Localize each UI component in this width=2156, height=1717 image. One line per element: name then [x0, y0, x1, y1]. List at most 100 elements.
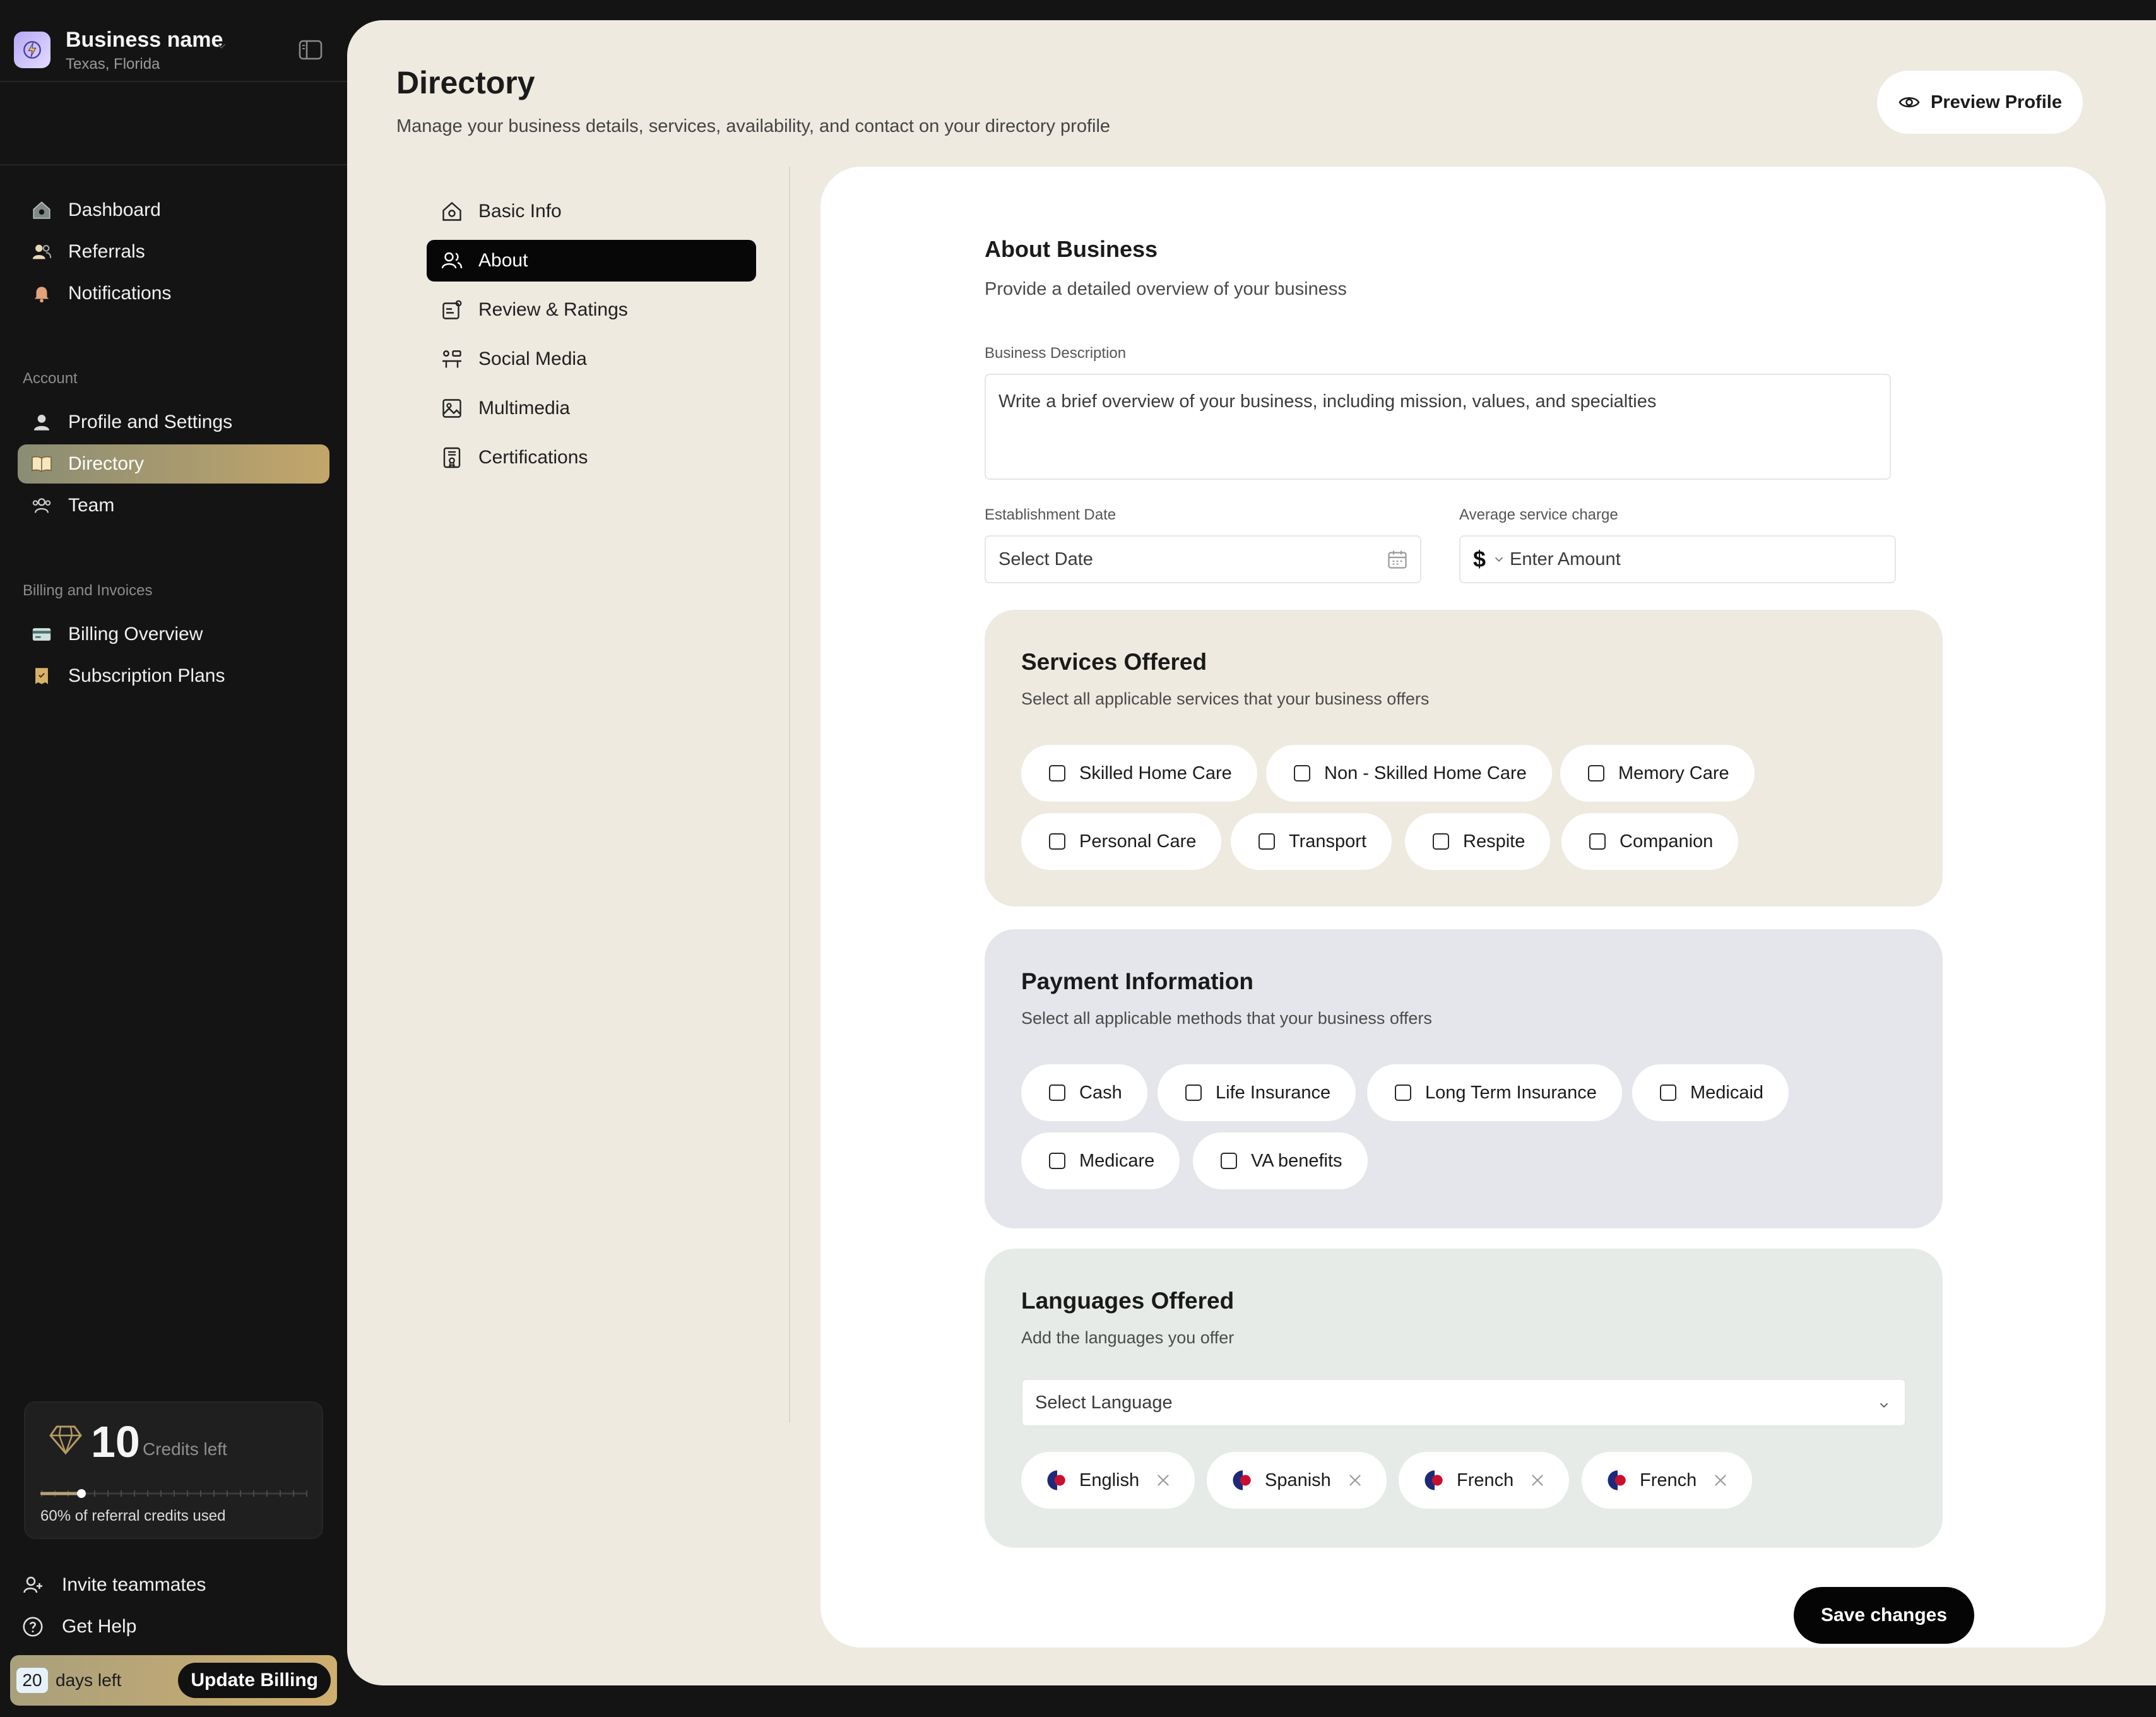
option-label: Memory Care — [1618, 763, 1729, 783]
page-subtitle: Manage your business details, services, … — [396, 116, 1111, 136]
payment-option-va-benefits[interactable]: VA benefits — [1193, 1132, 1368, 1189]
subnav-social-media[interactable]: Social Media — [427, 338, 756, 380]
checkbox[interactable] — [1049, 765, 1065, 781]
remove-icon[interactable] — [1712, 1471, 1729, 1489]
sidebar-item-dashboard[interactable]: Dashboard — [18, 191, 329, 230]
preview-profile-button[interactable]: Preview Profile — [1877, 71, 2083, 134]
invite-teammates-link[interactable]: Invite teammates — [21, 1569, 206, 1601]
checkbox[interactable] — [1185, 1084, 1202, 1101]
sidebar-item-subscription-plans[interactable]: Subscription Plans — [18, 656, 329, 696]
service-option-personal-care[interactable]: Personal Care — [1021, 813, 1222, 870]
section-label-account: Account — [23, 370, 78, 387]
services-title: Services Offered — [1021, 649, 1207, 675]
team-icon — [30, 494, 53, 517]
services-subtitle: Select all applicable services that your… — [1021, 689, 1430, 708]
establishment-date-input[interactable]: Select Date — [985, 535, 1421, 583]
lightning-icon — [23, 41, 41, 59]
book-icon — [30, 453, 53, 475]
payment-option-medicaid[interactable]: Medicaid — [1632, 1064, 1789, 1121]
option-label: VA benefits — [1251, 1150, 1342, 1171]
payment-option-long-term-insurance[interactable]: Long Term Insurance — [1367, 1064, 1622, 1121]
languages-panel: Languages Offered Add the languages you … — [985, 1249, 1943, 1548]
checkbox[interactable] — [1049, 1153, 1065, 1169]
sidebar-item-directory[interactable]: Directory — [18, 444, 329, 484]
update-billing-button[interactable]: Update Billing — [178, 1663, 331, 1698]
payment-title: Payment Information — [1021, 968, 1253, 994]
get-help-label: Get Help — [62, 1616, 137, 1637]
service-option-respite[interactable]: Respite — [1405, 813, 1551, 870]
service-charge-input[interactable]: $ Enter Amount — [1459, 535, 1896, 583]
checkbox[interactable] — [1433, 833, 1449, 850]
payment-subtitle: Select all applicable methods that your … — [1021, 1009, 1432, 1028]
checkbox[interactable] — [1294, 765, 1310, 781]
checkbox[interactable] — [1049, 1084, 1065, 1101]
services-panel: Services Offered Select all applicable s… — [985, 610, 1943, 906]
credit-card-icon — [30, 623, 53, 646]
review-icon — [439, 297, 465, 323]
remove-icon[interactable] — [1154, 1471, 1172, 1489]
credits-widget: 10 Credits left 60% of referral credits … — [24, 1401, 323, 1539]
service-option-memory-care[interactable]: Memory Care — [1560, 745, 1755, 802]
subnav-about[interactable]: About — [427, 240, 756, 282]
sidebar-item-profile-settings[interactable]: Profile and Settings — [18, 403, 329, 442]
people-icon — [439, 248, 465, 273]
checkbox[interactable] — [1660, 1084, 1676, 1101]
service-option-transport[interactable]: Transport — [1231, 813, 1392, 870]
chevron-down-icon — [215, 39, 228, 56]
business-logo — [14, 32, 50, 68]
payment-option-cash[interactable]: Cash — [1021, 1064, 1147, 1121]
calendar-icon[interactable] — [1386, 548, 1409, 576]
sidebar-item-label: Subscription Plans — [68, 665, 225, 686]
sidebar: Business name Texas, Florida Dashboard R… — [0, 0, 347, 1717]
sidebar-item-team[interactable]: Team — [18, 486, 329, 525]
option-label: Non - Skilled Home Care — [1324, 763, 1527, 783]
service-option-non-skilled-home-care[interactable]: Non - Skilled Home Care — [1266, 745, 1552, 802]
get-help-link[interactable]: Get Help — [21, 1611, 136, 1643]
business-switcher[interactable]: Business name Texas, Florida — [14, 28, 329, 78]
subnav-basic-info[interactable]: Basic Info — [427, 191, 756, 232]
amount-placeholder: Enter Amount — [1510, 549, 1621, 569]
main-content: Directory Manage your business details, … — [347, 20, 2156, 1685]
section-label-billing: Billing and Invoices — [23, 582, 153, 599]
sidebar-item-billing-overview[interactable]: Billing Overview — [18, 615, 329, 654]
payment-option-life-insurance[interactable]: Life Insurance — [1158, 1064, 1356, 1121]
option-label: Life Insurance — [1216, 1082, 1331, 1103]
remove-icon[interactable] — [1346, 1471, 1364, 1489]
option-label: Companion — [1620, 831, 1714, 852]
language-label: English — [1079, 1470, 1140, 1490]
checkbox[interactable] — [1259, 833, 1275, 850]
checkbox[interactable] — [1588, 765, 1604, 781]
about-subtitle: Provide a detailed overview of your busi… — [985, 279, 1347, 299]
remove-icon[interactable] — [1529, 1471, 1546, 1489]
days-left-count: 20 — [16, 1668, 48, 1693]
sidebar-item-notifications[interactable]: Notifications — [18, 274, 329, 313]
checkbox[interactable] — [1589, 833, 1606, 850]
option-label: Medicare — [1079, 1150, 1155, 1171]
option-label: Cash — [1079, 1082, 1122, 1103]
payment-option-medicare[interactable]: Medicare — [1021, 1132, 1180, 1189]
subnav-certifications[interactable]: Certifications — [427, 437, 756, 478]
service-option-skilled-home-care[interactable]: Skilled Home Care — [1021, 745, 1257, 802]
about-form-card: About Business Provide a detailed overvi… — [820, 167, 2106, 1648]
sidebar-collapse-icon[interactable] — [298, 39, 323, 61]
currency-selector[interactable]: $ — [1473, 546, 1486, 573]
business-description-input[interactable]: Write a brief overview of your business,… — [985, 374, 1891, 480]
save-changes-button[interactable]: Save changes — [1794, 1587, 1974, 1644]
progress-knob — [77, 1489, 86, 1498]
checkbox[interactable] — [1395, 1084, 1411, 1101]
subnav-multimedia[interactable]: Multimedia — [427, 388, 756, 429]
diamond-icon — [49, 1425, 82, 1458]
service-option-companion[interactable]: Companion — [1561, 813, 1739, 870]
chevron-down-icon[interactable] — [1492, 552, 1506, 566]
checkbox[interactable] — [1049, 833, 1065, 850]
sidebar-item-referrals[interactable]: Referrals — [18, 232, 329, 271]
credits-caption: 60% of referral credits used — [40, 1507, 226, 1524]
checkbox[interactable] — [1221, 1153, 1237, 1169]
flag-icon — [1046, 1470, 1068, 1491]
subnav-review-ratings[interactable]: Review & Ratings — [427, 289, 756, 331]
language-select[interactable]: Select Language — [1021, 1379, 1906, 1427]
establishment-date-label: Establishment Date — [985, 506, 1116, 523]
user-icon — [30, 411, 53, 434]
language-chip-english: English — [1021, 1452, 1195, 1509]
language-label: French — [1640, 1470, 1697, 1490]
